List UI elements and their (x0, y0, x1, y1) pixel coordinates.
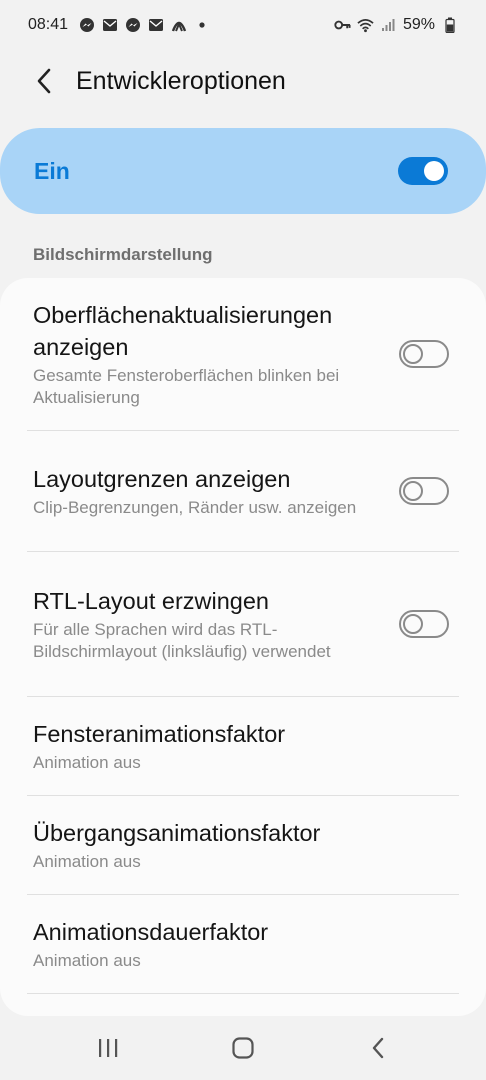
status-bar: 08:41 59% (0, 0, 486, 50)
setting-subtitle: Gesamte Fensteroberflächen blinken bei A… (33, 366, 340, 407)
setting-subtitle: Für alle Sprachen wird das RTL-Bildschir… (33, 620, 331, 661)
setting-subtitle: Animation aus (33, 753, 141, 772)
row-text: Fensteranimationsfaktor Animation aus (33, 718, 453, 774)
app-header: Entwickleroptionen (0, 50, 486, 112)
master-toggle-row[interactable]: Ein (0, 128, 486, 214)
switch-knob (403, 614, 423, 634)
navigation-bar (0, 1016, 486, 1080)
row-text: Layoutgrenzen anzeigen Clip-Begrenzungen… (33, 463, 381, 519)
status-left: 08:41 (28, 16, 210, 34)
battery-percentage: 59% (402, 16, 435, 33)
toggle-show-layout-bounds[interactable] (399, 477, 449, 505)
setting-animator-duration-scale[interactable]: Animationsdauerfaktor Animation aus (0, 895, 486, 993)
recent-apps-icon (98, 1039, 117, 1057)
setting-subtitle: Animation aus (33, 951, 141, 970)
status-right: 59% (334, 16, 458, 34)
dot-icon (193, 17, 210, 34)
messenger-icon (78, 17, 95, 34)
back-arrow-icon (37, 68, 51, 94)
setting-title: Oberflächenaktualisierungen anzeigen (33, 302, 333, 360)
email-icon (147, 17, 164, 34)
toggle-show-surface-updates[interactable] (399, 340, 449, 368)
row-text: RTL-Layout erzwingen Für alle Sprachen w… (33, 585, 381, 663)
setting-title: Layoutgrenzen anzeigen (33, 466, 291, 492)
wifi-icon (357, 17, 374, 34)
switch-knob (403, 344, 423, 364)
setting-show-layout-bounds[interactable]: Layoutgrenzen anzeigen Clip-Begrenzungen… (0, 431, 486, 551)
setting-title: Fensteranimationsfaktor (33, 721, 286, 747)
setting-subtitle: Animation aus (33, 852, 141, 871)
page-title: Entwickleroptionen (76, 66, 286, 95)
setting-window-animation-scale[interactable]: Fensteranimationsfaktor Animation aus (0, 697, 486, 795)
recent-apps-button[interactable] (78, 1023, 138, 1073)
toggle-force-rtl-layout[interactable] (399, 610, 449, 638)
section-heading: Bildschirmdarstellung (33, 245, 213, 264)
status-time: 08:41 (28, 16, 69, 33)
messenger-icon (124, 17, 141, 34)
setting-title: Übergangsanimationsfaktor (33, 820, 321, 846)
home-button[interactable] (213, 1023, 273, 1073)
battery-icon (441, 17, 458, 34)
master-toggle-switch[interactable] (398, 157, 448, 185)
setting-title: RTL-Layout erzwingen (33, 588, 269, 614)
row-text: Oberflächenaktualisierungen anzeigen Ges… (33, 299, 381, 409)
switch-knob (424, 161, 444, 181)
vpn-key-icon (334, 17, 351, 34)
setting-force-rtl-layout[interactable]: RTL-Layout erzwingen Für alle Sprachen w… (0, 552, 486, 696)
master-toggle-label: Ein (34, 157, 70, 184)
setting-title: Animationsdauerfaktor (33, 919, 269, 945)
signal-icon (380, 17, 397, 34)
divider (27, 993, 459, 994)
back-button[interactable] (24, 61, 64, 101)
settings-list: Oberflächenaktualisierungen anzeigen Ges… (0, 278, 486, 1016)
email-icon (101, 17, 118, 34)
app-icon (170, 17, 187, 34)
row-text: Übergangsanimationsfaktor Animation aus (33, 817, 453, 873)
setting-subtitle: Clip-Begrenzungen, Ränder usw. anzeigen (33, 498, 357, 517)
back-nav-button[interactable] (348, 1023, 408, 1073)
setting-show-surface-updates[interactable]: Oberflächenaktualisierungen anzeigen Ges… (0, 278, 486, 430)
row-text: Animationsdauerfaktor Animation aus (33, 916, 453, 972)
setting-transition-animation-scale[interactable]: Übergangsanimationsfaktor Animation aus (0, 796, 486, 894)
switch-knob (403, 481, 423, 501)
back-nav-icon (373, 1037, 384, 1059)
home-icon (232, 1037, 254, 1059)
